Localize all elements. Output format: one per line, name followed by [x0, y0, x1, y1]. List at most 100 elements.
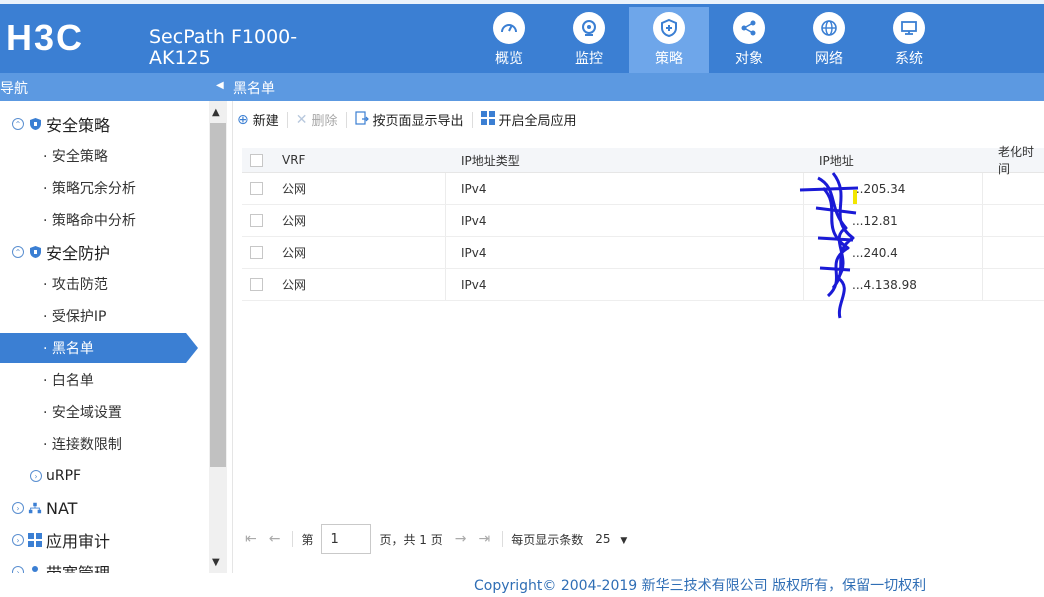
user-icon	[28, 565, 42, 573]
sidebar-item-protected-ip[interactable]: · 受保护IP	[0, 301, 186, 331]
col-ip-type[interactable]: IP地址类型	[461, 148, 520, 172]
page-number-input[interactable]: 1	[321, 524, 372, 554]
per-page-value: 25	[595, 532, 611, 546]
nav-title: 导航	[0, 81, 28, 97]
delete-button[interactable]: ✕ 删除	[295, 110, 338, 130]
nav-policy[interactable]: 策略	[629, 7, 709, 73]
table-row[interactable]: 公网 IPv4 ...205.34	[242, 173, 1044, 205]
nav-object-label: 对象	[735, 51, 763, 67]
sidebar: ⌃ 安全策略 · 安全策略 · 策略冗余分析 · 策略命中分析 ⌃ 安全防护 ·…	[0, 101, 209, 573]
enable-global-button[interactable]: 开启全局应用	[480, 110, 577, 129]
chevron-down-icon: ⌃	[12, 118, 24, 130]
cell-vrf: 公网	[282, 214, 307, 228]
sidebar-item-connection-limit[interactable]: · 连接数限制	[0, 429, 186, 459]
sidebar-item-zone-settings[interactable]: · 安全域设置	[0, 397, 186, 427]
collapse-sidebar-icon[interactable]: ◀	[216, 80, 224, 91]
toolbar-divider	[471, 111, 473, 128]
sidebar-scrollbar[interactable]: ▲ ▼	[209, 101, 227, 573]
sidebar-item-policy-hit[interactable]: · 策略命中分析	[0, 205, 186, 235]
page-prefix: 第	[301, 532, 314, 547]
table-row[interactable]: 公网 IPv4 ...240.4	[242, 237, 1044, 269]
toolbar: ⊕ 新建 ✕ 删除 按页面显示导出 开启全局应用	[233, 101, 1044, 138]
nav-network-label: 网络	[815, 51, 843, 67]
sidebar-group-nat[interactable]: › NAT	[12, 493, 77, 523]
cell-ip-type: IPv4	[461, 245, 487, 260]
sidebar-group-label: uRPF	[46, 468, 82, 484]
cell-ip-type: IPv4	[461, 181, 487, 196]
speedometer-icon	[493, 12, 525, 44]
row-checkbox[interactable]	[250, 269, 263, 300]
row-checkbox[interactable]	[250, 237, 263, 268]
nav-object[interactable]: 对象	[709, 7, 789, 73]
sidebar-item-security-policy[interactable]: · 安全策略	[0, 141, 186, 171]
select-all-checkbox[interactable]	[250, 148, 263, 172]
cell-vrf: 公网	[282, 278, 307, 292]
new-button-label: 新建	[252, 114, 279, 129]
nav-overview-label: 概览	[495, 51, 523, 67]
new-button[interactable]: ⊕ 新建	[237, 110, 279, 130]
toolbar-divider	[345, 111, 347, 128]
per-page-label: 每页显示条数	[511, 532, 584, 547]
sidebar-group-label: 应用审计	[46, 532, 111, 551]
device-model-line1: SecPath F1000-	[149, 26, 298, 48]
pager-divider	[502, 531, 504, 547]
page-suffix: 页，共 1 页	[379, 532, 443, 547]
grid-icon	[28, 533, 42, 547]
nav-monitor-label: 监控	[575, 51, 603, 67]
cell-ip-type: IPv4	[461, 213, 487, 228]
scroll-down-icon[interactable]: ▼	[212, 557, 220, 568]
grid-icon	[480, 110, 495, 129]
next-page-icon[interactable]: →	[455, 531, 467, 547]
row-checkbox[interactable]	[250, 173, 263, 204]
table-row[interactable]: 公网 IPv4 ...12.81	[242, 205, 1044, 237]
h3c-logo: H3C	[6, 17, 85, 58]
footer-copyright: Copyright© 2004-2019 新华三技术有限公司 版权所有，保留一切…	[474, 578, 927, 594]
nav-system[interactable]: 系统	[869, 7, 949, 73]
main-nav: 概览 监控 策略 对象 网络 系统	[469, 7, 949, 73]
nav-monitor[interactable]: 监控	[549, 7, 629, 73]
scroll-up-icon[interactable]: ▲	[212, 107, 220, 118]
sidebar-group-app-audit[interactable]: › 应用审计	[12, 525, 110, 555]
main-content: ⊕ 新建 ✕ 删除 按页面显示导出 开启全局应用 VRF IP地址类型 IP地址…	[232, 101, 1044, 573]
sidebar-group-security-policy[interactable]: ⌃ 安全策略	[12, 109, 110, 139]
sidebar-item-attack-defense[interactable]: · 攻击防范	[0, 269, 186, 299]
sidebar-item-blacklist[interactable]: · 黑名单	[0, 333, 198, 363]
sub-bar: 导航 ◀ 黑名单	[0, 73, 1044, 101]
sidebar-item-policy-redundancy[interactable]: · 策略冗余分析	[0, 173, 186, 203]
network-icon	[28, 501, 42, 515]
pager-divider	[292, 531, 294, 547]
close-icon: ✕	[295, 111, 308, 128]
share-icon	[733, 12, 765, 44]
export-button[interactable]: 按页面显示导出	[354, 110, 464, 129]
globe-icon	[813, 12, 845, 44]
redaction-scribble	[799, 172, 859, 319]
prev-page-icon[interactable]: ←	[269, 531, 281, 547]
sidebar-group-label: NAT	[46, 498, 78, 518]
caret-down-icon: ▼	[620, 536, 628, 546]
col-vrf[interactable]: VRF	[282, 148, 305, 172]
col-aging-time[interactable]: 老化时间	[998, 145, 1044, 176]
sidebar-group-security-protection[interactable]: ⌃ 安全防护	[12, 237, 110, 267]
sidebar-group-bandwidth[interactable]: › 带宽管理	[12, 557, 110, 573]
scrollbar-thumb[interactable]	[210, 123, 226, 467]
sidebar-item-whitelist[interactable]: · 白名单	[0, 365, 186, 395]
nav-policy-label: 策略	[655, 51, 683, 67]
last-page-icon[interactable]: ⇥	[478, 531, 490, 547]
monitor-icon	[893, 12, 925, 44]
row-checkbox[interactable]	[250, 205, 263, 236]
sidebar-group-urpf[interactable]: › uRPF	[30, 461, 81, 491]
plus-circle-icon: ⊕	[237, 111, 249, 128]
chevron-right-icon: ›	[12, 534, 24, 546]
cell-ip-type: IPv4	[461, 277, 487, 292]
page-title: 黑名单	[233, 81, 275, 97]
table-row[interactable]: 公网 IPv4 ...4.138.98	[242, 269, 1044, 301]
chevron-right-icon: ›	[12, 502, 24, 514]
per-page-select[interactable]: 25 ▼	[595, 532, 627, 546]
device-model-line2: AK125	[149, 47, 211, 69]
shield-plus-icon	[653, 12, 685, 44]
nav-network[interactable]: 网络	[789, 7, 869, 73]
nav-overview[interactable]: 概览	[469, 7, 549, 73]
webcam-icon	[573, 12, 605, 44]
device-model: SecPath F1000- AK125	[149, 27, 297, 69]
first-page-icon[interactable]: ⇤	[245, 531, 257, 547]
